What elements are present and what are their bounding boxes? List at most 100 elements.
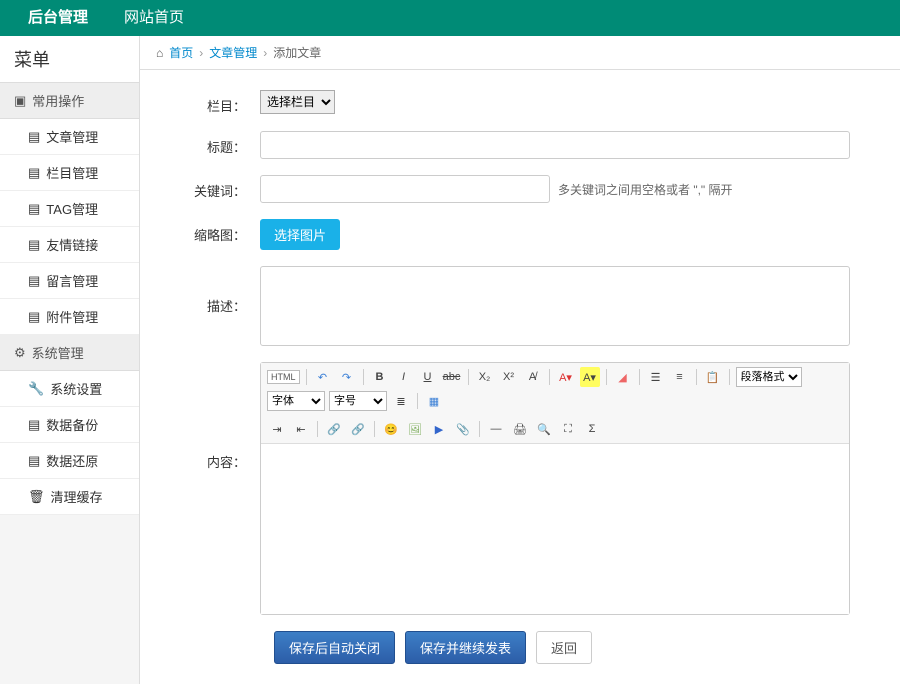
- toolbar-sep: [468, 369, 469, 385]
- sidebar-item-column[interactable]: ▤ 栏目管理: [0, 155, 139, 191]
- doc-icon: ▤: [28, 273, 40, 289]
- row-desc: 描述：: [170, 266, 870, 346]
- save-close-button[interactable]: 保存后自动关闭: [274, 631, 395, 664]
- keyword-input[interactable]: [260, 175, 550, 203]
- attach-icon[interactable]: 📎: [453, 419, 473, 439]
- sidebar-item-backup[interactable]: ▤ 数据备份: [0, 407, 139, 443]
- backcolor-icon[interactable]: A▾: [580, 367, 600, 387]
- print-icon[interactable]: 🖨: [510, 419, 530, 439]
- topbar-home[interactable]: 网站首页: [106, 0, 202, 36]
- home-icon: ⌂: [156, 46, 163, 60]
- row-column: 栏目： 选择栏目: [170, 90, 870, 115]
- doc-icon: ▤: [28, 129, 40, 145]
- topbar: 后台管理 网站首页: [0, 0, 900, 36]
- undo-icon[interactable]: ↶: [313, 367, 333, 387]
- underline-icon[interactable]: U: [418, 367, 438, 387]
- hr-icon[interactable]: —: [486, 419, 506, 439]
- toolbar-sep: [549, 369, 550, 385]
- topbar-admin[interactable]: 后台管理: [10, 0, 106, 36]
- sidebar-title: 菜单: [0, 36, 139, 83]
- forecolor-icon[interactable]: A▾: [556, 367, 576, 387]
- sidebar-item-label: 留言管理: [46, 271, 98, 290]
- row-content: 内容： HTML ↶ ↷ B I U abc: [170, 362, 870, 615]
- paste-icon[interactable]: 📋: [703, 367, 723, 387]
- sidebar-item-label: 数据备份: [46, 415, 98, 434]
- doc-icon: ▤: [28, 417, 40, 433]
- sidebar-group-label: 系统管理: [32, 343, 84, 362]
- editor-body[interactable]: [261, 444, 849, 614]
- sup-icon[interactable]: X²: [499, 367, 519, 387]
- sidebar-item-link[interactable]: ▤ 友情链接: [0, 227, 139, 263]
- html-button[interactable]: HTML: [267, 370, 300, 384]
- toolbar-sep: [306, 369, 307, 385]
- sidebar-item-restore[interactable]: ▤ 数据还原: [0, 443, 139, 479]
- toolbar-sep: [317, 421, 318, 437]
- breadcrumb-home[interactable]: 首页: [169, 44, 193, 61]
- unlink-icon[interactable]: 🔗: [348, 419, 368, 439]
- sidebar-item-label: TAG管理: [46, 199, 98, 218]
- plus-icon: ▣: [14, 93, 26, 109]
- list-ul-icon[interactable]: ☰: [646, 367, 666, 387]
- toolbar-sep: [374, 421, 375, 437]
- trash-icon: 🗑: [28, 489, 45, 505]
- format-select[interactable]: 段落格式: [736, 367, 802, 387]
- toolbar-sep: [479, 421, 480, 437]
- thumb-button[interactable]: 选择图片: [260, 219, 340, 250]
- sidebar-group-system[interactable]: ⚙ 系统管理: [0, 335, 139, 371]
- outdent-icon[interactable]: ⇤: [291, 419, 311, 439]
- preview-icon[interactable]: 🔍: [534, 419, 554, 439]
- gear-icon: ⚙: [14, 345, 26, 361]
- breadcrumb-current: 添加文章: [273, 44, 321, 61]
- list-ol-icon[interactable]: ≡: [670, 367, 690, 387]
- desc-label: 描述：: [170, 266, 260, 315]
- sidebar-group-common[interactable]: ▣ 常用操作: [0, 83, 139, 119]
- font-select[interactable]: 字体: [267, 391, 325, 411]
- fullscreen-icon[interactable]: ⛶: [558, 419, 578, 439]
- breadcrumb-sep: ›: [263, 46, 267, 60]
- back-button[interactable]: 返回: [536, 631, 592, 664]
- save-continue-button[interactable]: 保存并继续发表: [405, 631, 526, 664]
- italic-icon[interactable]: I: [394, 367, 414, 387]
- row-title: 标题：: [170, 131, 870, 159]
- sidebar-item-tag[interactable]: ▤ TAG管理: [0, 191, 139, 227]
- redo-icon[interactable]: ↷: [337, 367, 357, 387]
- desc-textarea[interactable]: [260, 266, 850, 346]
- sidebar-item-label: 栏目管理: [46, 163, 98, 182]
- form-actions: 保存后自动关闭 保存并继续发表 返回: [170, 631, 870, 664]
- toolbar-sep: [417, 393, 418, 409]
- column-label: 栏目：: [170, 90, 260, 115]
- formula-icon[interactable]: Σ: [582, 419, 602, 439]
- eraser-icon[interactable]: ◢: [613, 367, 633, 387]
- doc-icon: ▤: [28, 165, 40, 181]
- video-icon[interactable]: ▶: [429, 419, 449, 439]
- sidebar-item-cache[interactable]: 🗑 清理缓存: [0, 479, 139, 515]
- sidebar-item-label: 友情链接: [46, 235, 98, 254]
- sidebar-item-message[interactable]: ▤ 留言管理: [0, 263, 139, 299]
- link-icon[interactable]: 🔗: [324, 419, 344, 439]
- emoji-icon[interactable]: 😊: [381, 419, 401, 439]
- size-select[interactable]: 字号: [329, 391, 387, 411]
- row-keyword: 关键词： 多关键词之间用空格或者 "," 隔开: [170, 175, 870, 203]
- clear-icon[interactable]: A̸: [523, 367, 543, 387]
- bold-icon[interactable]: B: [370, 367, 390, 387]
- sub-icon[interactable]: X₂: [475, 367, 495, 387]
- sidebar-item-settings[interactable]: 🔧 系统设置: [0, 371, 139, 407]
- sidebar-item-label: 数据还原: [46, 451, 98, 470]
- image-icon[interactable]: 🖼: [405, 419, 425, 439]
- breadcrumb-section[interactable]: 文章管理: [209, 44, 257, 61]
- more-icon[interactable]: ▦: [424, 391, 444, 411]
- sidebar-item-attachment[interactable]: ▤ 附件管理: [0, 299, 139, 335]
- sidebar-item-label: 文章管理: [46, 127, 98, 146]
- breadcrumb: ⌂ 首页 › 文章管理 › 添加文章: [140, 36, 900, 70]
- column-select[interactable]: 选择栏目: [260, 90, 335, 114]
- keyword-label: 关键词：: [170, 175, 260, 200]
- strike-icon[interactable]: abc: [442, 367, 462, 387]
- sidebar-item-label: 系统设置: [50, 379, 102, 398]
- title-input[interactable]: [260, 131, 850, 159]
- title-label: 标题：: [170, 131, 260, 156]
- sidebar-item-article[interactable]: ▤ 文章管理: [0, 119, 139, 155]
- align-icon[interactable]: ≣: [391, 391, 411, 411]
- indent-icon[interactable]: ⇥: [267, 419, 287, 439]
- sidebar-group-label: 常用操作: [32, 91, 84, 110]
- toolbar-sep: [606, 369, 607, 385]
